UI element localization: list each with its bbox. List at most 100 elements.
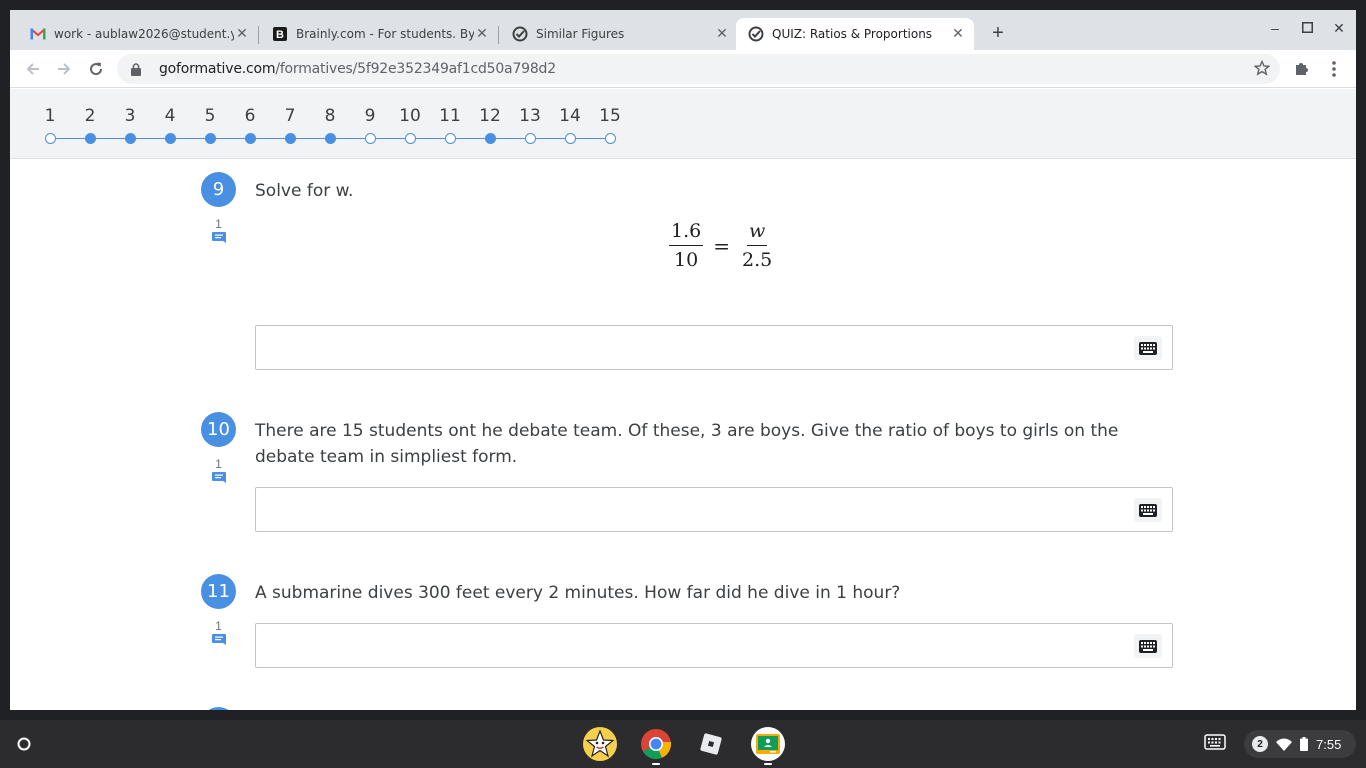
question-nav-dot-unanswered[interactable] bbox=[604, 133, 616, 144]
menu-button[interactable] bbox=[1323, 58, 1345, 80]
question-nav-dot-answered[interactable] bbox=[284, 133, 296, 144]
question-nav-number[interactable]: 9 bbox=[355, 106, 385, 126]
question-nav-number[interactable]: 14 bbox=[555, 106, 585, 126]
answer-input[interactable] bbox=[255, 623, 1173, 668]
question-nav-dot-answered[interactable] bbox=[244, 133, 256, 144]
question-text: Solve for w. bbox=[255, 181, 354, 201]
minimize-icon[interactable]: – bbox=[1265, 20, 1285, 36]
app-running-indicator bbox=[652, 763, 660, 765]
bookmark-star-icon[interactable] bbox=[1253, 59, 1271, 81]
status-tray[interactable]: 2 7:55 bbox=[1244, 730, 1356, 758]
launcher-button[interactable] bbox=[12, 732, 36, 756]
question-nav-number[interactable]: 2 bbox=[75, 106, 105, 126]
question-nav-number[interactable]: 6 bbox=[235, 106, 265, 126]
math-keyboard-button[interactable] bbox=[1134, 498, 1162, 522]
battery-icon bbox=[1300, 737, 1308, 751]
question-nav-dot-answered[interactable] bbox=[484, 133, 496, 144]
new-tab-button[interactable]: + bbox=[986, 23, 1010, 43]
close-icon[interactable]: ✕ bbox=[714, 26, 730, 42]
arrow-right-icon bbox=[58, 63, 71, 75]
question-nav-dot-unanswered[interactable] bbox=[44, 133, 56, 144]
question-number-badge[interactable]: 9 bbox=[201, 172, 236, 207]
question-text: There are 15 students ont he debate team… bbox=[255, 421, 1119, 467]
brainly-icon: B bbox=[272, 26, 288, 42]
notification-count-badge: 2 bbox=[1252, 736, 1268, 752]
fraction-numerator: w bbox=[746, 220, 768, 246]
tab-title: Similar Figures bbox=[536, 27, 625, 41]
math-keyboard-button[interactable] bbox=[1134, 634, 1162, 658]
question-progress-bar: 1 2 3 4 5 6 7 8 9 10 11 12 13 14 15 bbox=[10, 89, 1356, 159]
question-nav-dot-answered[interactable] bbox=[84, 133, 96, 144]
question-number-badge[interactable]: 11 bbox=[201, 574, 236, 609]
extensions-button[interactable] bbox=[1290, 58, 1312, 80]
comment-icon[interactable] bbox=[212, 232, 226, 244]
svg-text:B: B bbox=[276, 29, 284, 41]
address-bar[interactable]: goformative.com/formatives/5f92e352349af… bbox=[117, 54, 1280, 84]
star-face-icon bbox=[585, 729, 615, 758]
answer-input[interactable] bbox=[255, 325, 1173, 370]
close-icon[interactable]: ✕ bbox=[474, 26, 490, 42]
equals-sign: = bbox=[713, 233, 730, 258]
comment-icon[interactable] bbox=[212, 634, 226, 646]
close-window-icon[interactable]: ✕ bbox=[1329, 20, 1349, 37]
question-nav-number[interactable]: 5 bbox=[195, 106, 225, 126]
tab-similar-figures[interactable]: Similar Figures ✕ bbox=[500, 18, 738, 50]
question-points: 1 bbox=[215, 217, 222, 231]
keyboard-icon bbox=[1139, 639, 1157, 653]
fraction-left: 1.6 10 bbox=[669, 220, 704, 271]
tab-quiz-ratios[interactable]: QUIZ: Ratios & Proportions ✕ bbox=[736, 18, 974, 50]
app-roblox[interactable] bbox=[694, 727, 728, 761]
close-icon[interactable]: ✕ bbox=[234, 26, 250, 42]
question-nav-number[interactable]: 3 bbox=[115, 106, 145, 126]
question-nav-dot-unanswered[interactable] bbox=[444, 133, 456, 144]
keyboard-icon bbox=[1204, 734, 1226, 750]
question-number-badge[interactable]: 10 bbox=[201, 412, 236, 447]
comment-icon[interactable] bbox=[212, 472, 226, 484]
question-nav-number[interactable]: 12 bbox=[475, 106, 505, 126]
back-button[interactable] bbox=[22, 58, 44, 80]
answer-input[interactable] bbox=[255, 487, 1173, 532]
clock: 7:55 bbox=[1316, 736, 1342, 752]
ime-keyboard-button[interactable] bbox=[1204, 734, 1226, 755]
app-classroom[interactable] bbox=[751, 727, 785, 761]
fraction-denominator: 10 bbox=[674, 249, 699, 271]
question-nav-dot-unanswered[interactable] bbox=[524, 133, 536, 144]
formative-icon bbox=[748, 26, 764, 42]
app-chrome[interactable] bbox=[639, 727, 673, 761]
math-keyboard-button[interactable] bbox=[1134, 336, 1162, 360]
chrome-icon bbox=[641, 729, 672, 759]
question-nav-number[interactable]: 1 bbox=[35, 106, 65, 126]
equation: 1.6 10 = w 2.5 bbox=[669, 220, 774, 271]
tab-title: work - aublaw2026@student.yar bbox=[54, 27, 234, 41]
app-star-avatar[interactable] bbox=[583, 727, 617, 761]
reload-icon bbox=[90, 62, 103, 76]
reload-button[interactable] bbox=[85, 58, 107, 80]
tab-gmail[interactable]: work - aublaw2026@student.yar ✕ bbox=[18, 18, 258, 50]
question-nav-number[interactable]: 11 bbox=[435, 106, 465, 126]
browser-window: work - aublaw2026@student.yar ✕ B Brainl… bbox=[10, 10, 1356, 710]
question-nav-number[interactable]: 15 bbox=[595, 106, 625, 126]
tab-brainly[interactable]: B Brainly.com - For students. By st ✕ bbox=[260, 18, 498, 50]
maximize-icon[interactable] bbox=[1297, 20, 1317, 36]
close-icon[interactable]: ✕ bbox=[950, 26, 966, 42]
url-path: /formatives/5f92e352349af1cd50a798d2 bbox=[275, 61, 556, 77]
question-nav-number[interactable]: 7 bbox=[275, 106, 305, 126]
question-9: 9 1 Solve for w. 1.6 10 = w 2.5 bbox=[201, 172, 1181, 382]
question-nav-number[interactable]: 4 bbox=[155, 106, 185, 126]
question-nav-dot-answered[interactable] bbox=[124, 133, 136, 144]
question-nav-dot-unanswered[interactable] bbox=[364, 133, 376, 144]
app-running-indicator bbox=[764, 763, 772, 765]
tab-title: QUIZ: Ratios & Proportions bbox=[772, 27, 933, 41]
question-nav-number[interactable]: 13 bbox=[515, 106, 545, 126]
page-content: 1 2 3 4 5 6 7 8 9 10 11 12 13 14 15 9 1 Solve for w. 1… bbox=[10, 89, 1356, 710]
question-nav-number[interactable]: 8 bbox=[315, 106, 345, 126]
question-nav-dot-answered[interactable] bbox=[324, 133, 336, 144]
question-nav-dot-unanswered[interactable] bbox=[564, 133, 576, 144]
question-10: 10 1 There are 15 students ont he debate… bbox=[201, 412, 1181, 552]
question-nav-dot-unanswered[interactable] bbox=[404, 133, 416, 144]
forward-button[interactable] bbox=[53, 58, 75, 80]
question-nav-number[interactable]: 10 bbox=[395, 106, 425, 126]
question-nav-dot-answered[interactable] bbox=[204, 133, 216, 144]
url-host: goformative.com bbox=[159, 61, 276, 77]
question-nav-dot-answered[interactable] bbox=[164, 133, 176, 144]
